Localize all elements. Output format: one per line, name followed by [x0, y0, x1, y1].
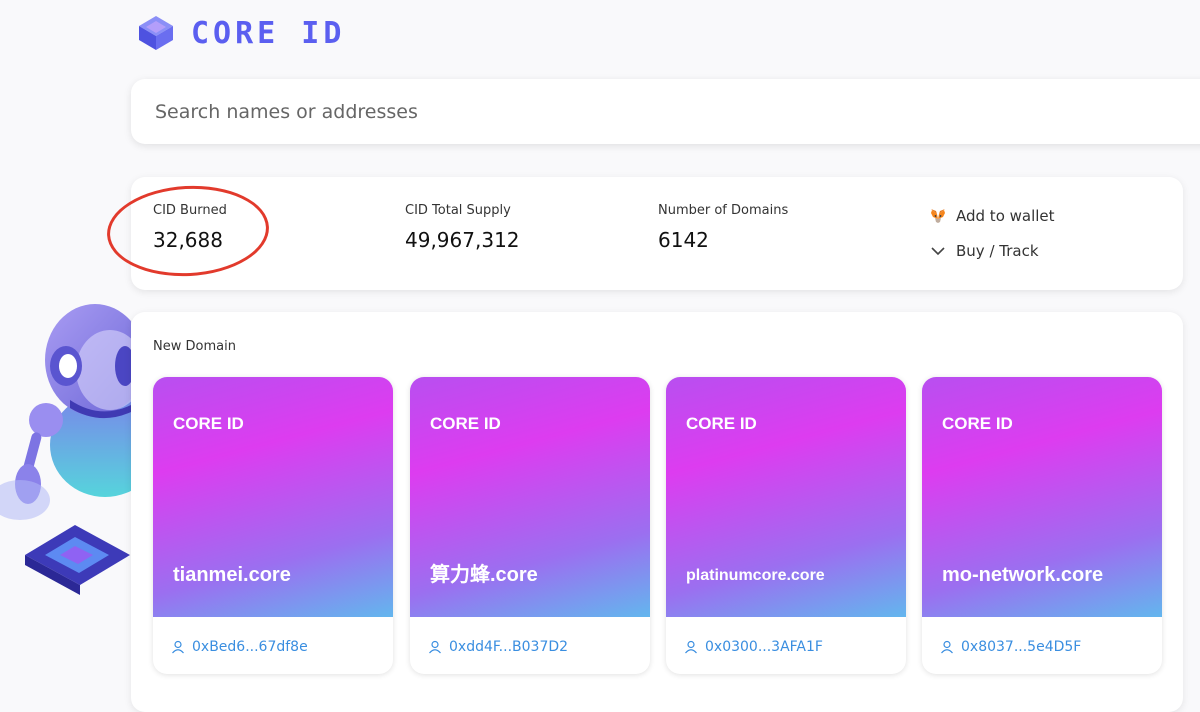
domain-card[interactable]: CORE ID platinumcore.core 0x0300...3AFA1… [666, 377, 906, 674]
card-brand: CORE ID [942, 414, 1013, 433]
stat-label: CID Total Supply [405, 203, 511, 218]
user-icon [429, 640, 441, 654]
stat-value: 49,967,312 [405, 228, 520, 252]
stat-label: Number of Domains [658, 203, 789, 218]
stat-value: 6142 [658, 228, 709, 252]
domain-name: tianmei.core [173, 564, 291, 586]
stat-cid-total-supply: CID Total Supply 49,967,312 [405, 203, 520, 252]
domain-card[interactable]: CORE ID tianmei.core 0xBed6...67df8e [153, 377, 393, 674]
add-to-wallet-button[interactable]: Add to wallet [929, 207, 1055, 225]
buy-track-dropdown[interactable]: Buy / Track [929, 242, 1039, 260]
card-brand: CORE ID [686, 414, 757, 433]
brand-name: CORE ID [191, 15, 346, 51]
domain-card-banner: CORE ID platinumcore.core [666, 377, 906, 617]
cube-logo-icon [139, 16, 173, 50]
owner-address: 0xdd4F...B037D2 [449, 639, 569, 655]
brand-logo[interactable]: CORE ID [136, 13, 345, 53]
buy-track-label: Buy / Track [956, 242, 1039, 260]
domain-card[interactable]: CORE ID 算力蜂.core 0xdd4F...B037D2 [410, 377, 650, 674]
owner-address: 0x0300...3AFA1F [705, 639, 823, 655]
domain-card[interactable]: CORE ID mo-network.core 0x8037...5e4D5F [922, 377, 1162, 674]
add-to-wallet-label: Add to wallet [956, 207, 1055, 225]
chevron-down-icon [929, 242, 947, 260]
search-bar[interactable] [131, 79, 1200, 144]
domain-card-banner: CORE ID 算力蜂.core [410, 377, 650, 617]
domain-name: platinumcore.core [686, 567, 825, 584]
domain-name: mo-network.core [942, 564, 1104, 586]
search-input[interactable] [153, 99, 1057, 124]
owner-address: 0xBed6...67df8e [192, 639, 308, 655]
domain-card-banner: CORE ID mo-network.core [922, 377, 1162, 617]
highlight-circle-annotation [104, 181, 272, 281]
metamask-fox-icon [929, 207, 947, 225]
owner-address-link[interactable]: 0x0300...3AFA1F [684, 639, 823, 655]
owner-address: 0x8037...5e4D5F [961, 639, 1082, 655]
owner-address-link[interactable]: 0x8037...5e4D5F [940, 639, 1081, 655]
stats-panel: CID Burned 32,688 CID Total Supply 49,96… [104, 177, 1183, 290]
card-brand: CORE ID [430, 414, 501, 433]
section-title: New Domain [153, 339, 236, 354]
stat-number-of-domains: Number of Domains 6142 [658, 203, 788, 252]
owner-address-link[interactable]: 0xdd4F...B037D2 [428, 639, 568, 655]
card-brand: CORE ID [173, 414, 244, 433]
robot-mascot-illustration [0, 304, 131, 595]
domain-card-banner: CORE ID tianmei.core [153, 377, 393, 617]
owner-address-link[interactable]: 0xBed6...67df8e [171, 639, 308, 655]
domain-name: 算力蜂.core [430, 564, 538, 586]
user-icon [172, 640, 184, 654]
user-icon [685, 640, 697, 654]
new-domain-panel: New Domain CORE ID tianmei.core 0xBed6..… [131, 312, 1183, 712]
user-icon [941, 640, 953, 654]
